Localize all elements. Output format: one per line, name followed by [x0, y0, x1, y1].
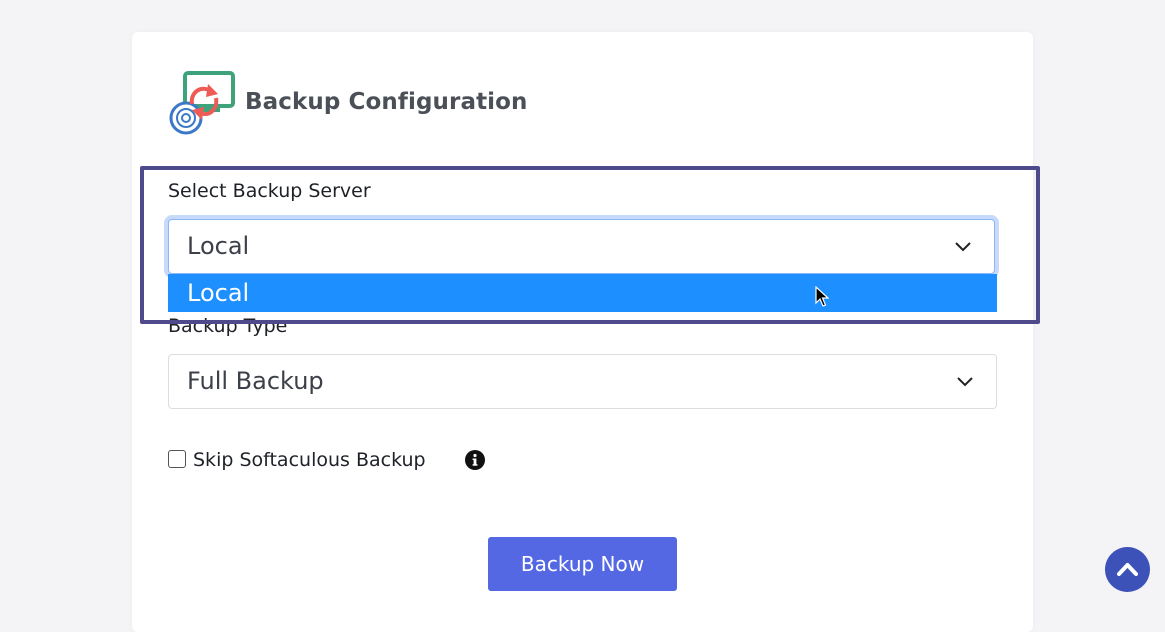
backup-type-select[interactable]: Full Backup: [168, 354, 997, 409]
chevron-down-icon: [957, 377, 973, 387]
backup-server-select[interactable]: Local: [168, 219, 995, 274]
scroll-to-top-button[interactable]: [1105, 547, 1150, 592]
backup-restore-icon: [169, 71, 235, 135]
chevron-up-icon: [1117, 563, 1138, 576]
backup-server-dropdown-list: Local: [168, 274, 997, 312]
skip-softaculous-label: Skip Softaculous Backup: [193, 449, 426, 471]
backup-type-selected-value: Full Backup: [187, 367, 324, 395]
skip-softaculous-checkbox[interactable]: [168, 450, 186, 468]
backup-now-button[interactable]: Backup Now: [488, 537, 677, 591]
page-title: Backup Configuration: [245, 89, 528, 115]
info-icon[interactable]: [465, 450, 485, 470]
mouse-pointer-icon: [815, 286, 829, 307]
chevron-down-icon: [955, 242, 971, 252]
dropdown-option-local[interactable]: Local: [168, 274, 997, 312]
backup-server-label: Select Backup Server: [168, 180, 371, 202]
backup-server-selected-value: Local: [187, 232, 250, 260]
backup-type-label: Backup Type: [168, 315, 288, 337]
